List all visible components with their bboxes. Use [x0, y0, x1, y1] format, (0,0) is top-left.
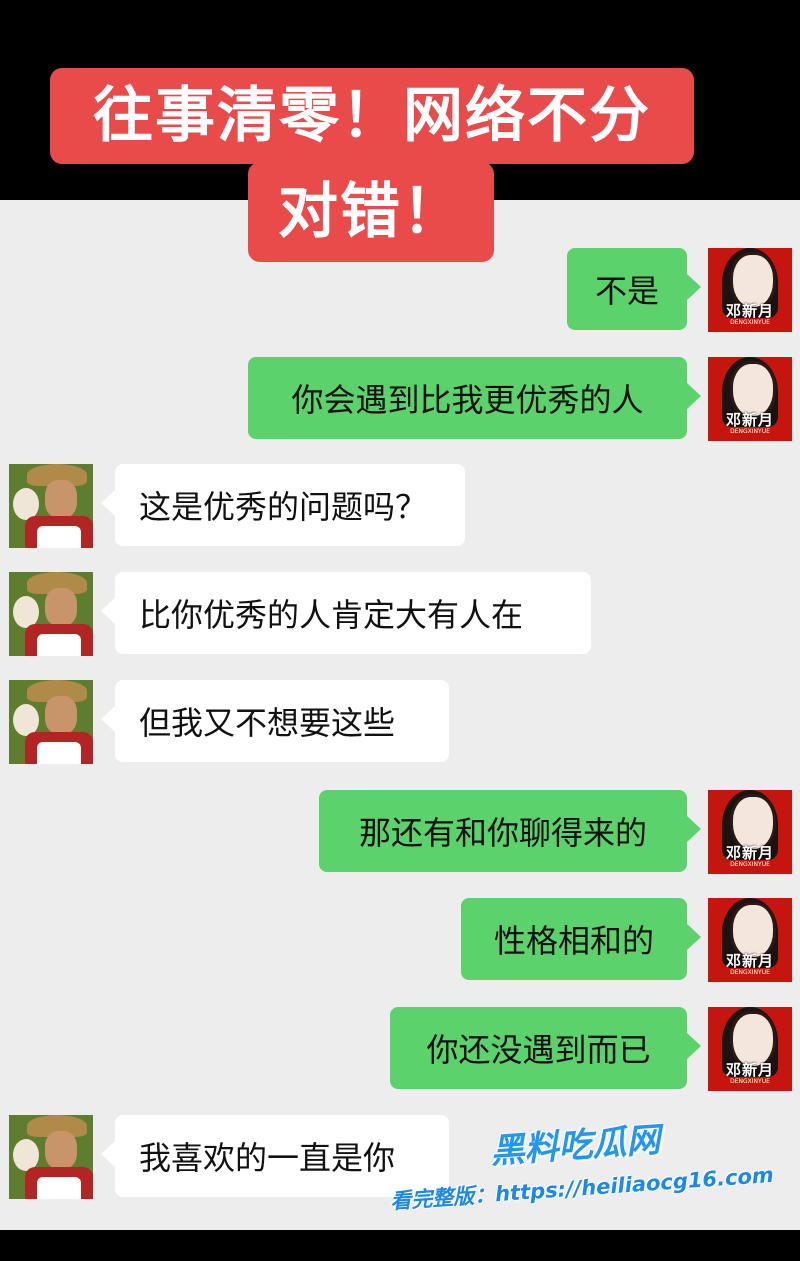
message-bubble-received[interactable]: 但我又不想要这些: [101, 680, 449, 762]
avatar-subname: DENGXINYUE: [730, 319, 770, 326]
avatar-receiver[interactable]: [9, 1115, 93, 1199]
face-shape: [45, 1131, 77, 1169]
avatar-name: 邓新月: [725, 952, 774, 970]
message-bubble-sent[interactable]: 那还有和你聊得来的: [319, 790, 701, 872]
message-bubble-sent[interactable]: 性格相和的: [461, 898, 701, 980]
avatar-receiver[interactable]: [9, 464, 93, 548]
collar-shape: [37, 1177, 81, 1199]
avatar-subname: DENGXINYUE: [730, 428, 770, 435]
message-bubble-sent[interactable]: 你会遇到比我更优秀的人: [248, 357, 701, 439]
face-shape: [45, 480, 77, 518]
avatar-subname: DENGXINYUE: [730, 861, 770, 868]
face-shape: [45, 588, 77, 626]
banner-title-line2: 对错！: [248, 162, 494, 262]
avatar-sender[interactable]: 邓新月 DENGXINYUE: [708, 248, 792, 332]
banner-title-line1: 往事清零！网络不分: [50, 68, 694, 164]
avatar-name: 邓新月: [725, 1061, 774, 1079]
collar-shape: [37, 634, 81, 656]
avatar-sender[interactable]: 邓新月 DENGXINYUE: [708, 790, 792, 874]
avatar-subname: DENGXINYUE: [730, 969, 770, 976]
message-bubble-received[interactable]: 比你优秀的人肯定大有人在: [101, 572, 591, 654]
avatar-sender[interactable]: 邓新月 DENGXINYUE: [708, 898, 792, 982]
avatar-receiver[interactable]: [9, 572, 93, 656]
face-shape: [45, 696, 77, 734]
avatar-receiver[interactable]: [9, 680, 93, 764]
message-bubble-received[interactable]: 这是优秀的问题吗？: [101, 464, 465, 546]
avatar-name: 邓新月: [725, 302, 774, 320]
message-bubble-sent[interactable]: 不是: [567, 248, 701, 330]
avatar-name: 邓新月: [725, 411, 774, 429]
message-bubble-sent[interactable]: 你还没遇到而已: [390, 1007, 701, 1089]
avatar-subname: DENGXINYUE: [730, 1078, 770, 1085]
bottom-bar: [0, 1230, 800, 1261]
avatar-sender[interactable]: 邓新月 DENGXINYUE: [708, 357, 792, 441]
collar-shape: [37, 742, 81, 764]
collar-shape: [37, 526, 81, 548]
avatar-sender[interactable]: 邓新月 DENGXINYUE: [708, 1007, 792, 1091]
avatar-name: 邓新月: [725, 844, 774, 862]
